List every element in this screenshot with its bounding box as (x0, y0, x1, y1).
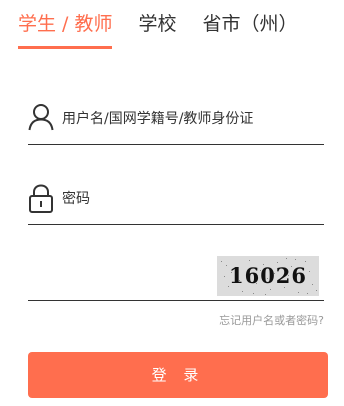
lock-icon (28, 184, 54, 218)
login-button[interactable]: 登 录 (28, 352, 328, 398)
tab-school[interactable]: 学校 (138, 10, 176, 46)
captcha-field: 16026 (28, 252, 324, 301)
captcha-image[interactable]: 16026 (217, 256, 319, 296)
password-input[interactable] (62, 188, 312, 210)
captcha-code: 16026 (228, 263, 308, 288)
login-panel: 学生 / 教师 学校 省市（州） 用户名/国网学籍号/教师身份证 16026 忘… (0, 0, 344, 406)
username-input[interactable] (62, 108, 312, 130)
tab-student-teacher[interactable]: 学生 / 教师 (18, 10, 113, 49)
login-type-tabs: 学生 / 教师 学校 省市（州） (18, 10, 324, 50)
username-field (28, 100, 324, 145)
user-icon (28, 103, 54, 135)
forgot-password-link[interactable]: 忘记用户名或者密码? (219, 312, 324, 328)
tab-province-city[interactable]: 省市（州） (203, 10, 298, 46)
password-field (28, 180, 324, 225)
captcha-input[interactable] (28, 266, 208, 288)
